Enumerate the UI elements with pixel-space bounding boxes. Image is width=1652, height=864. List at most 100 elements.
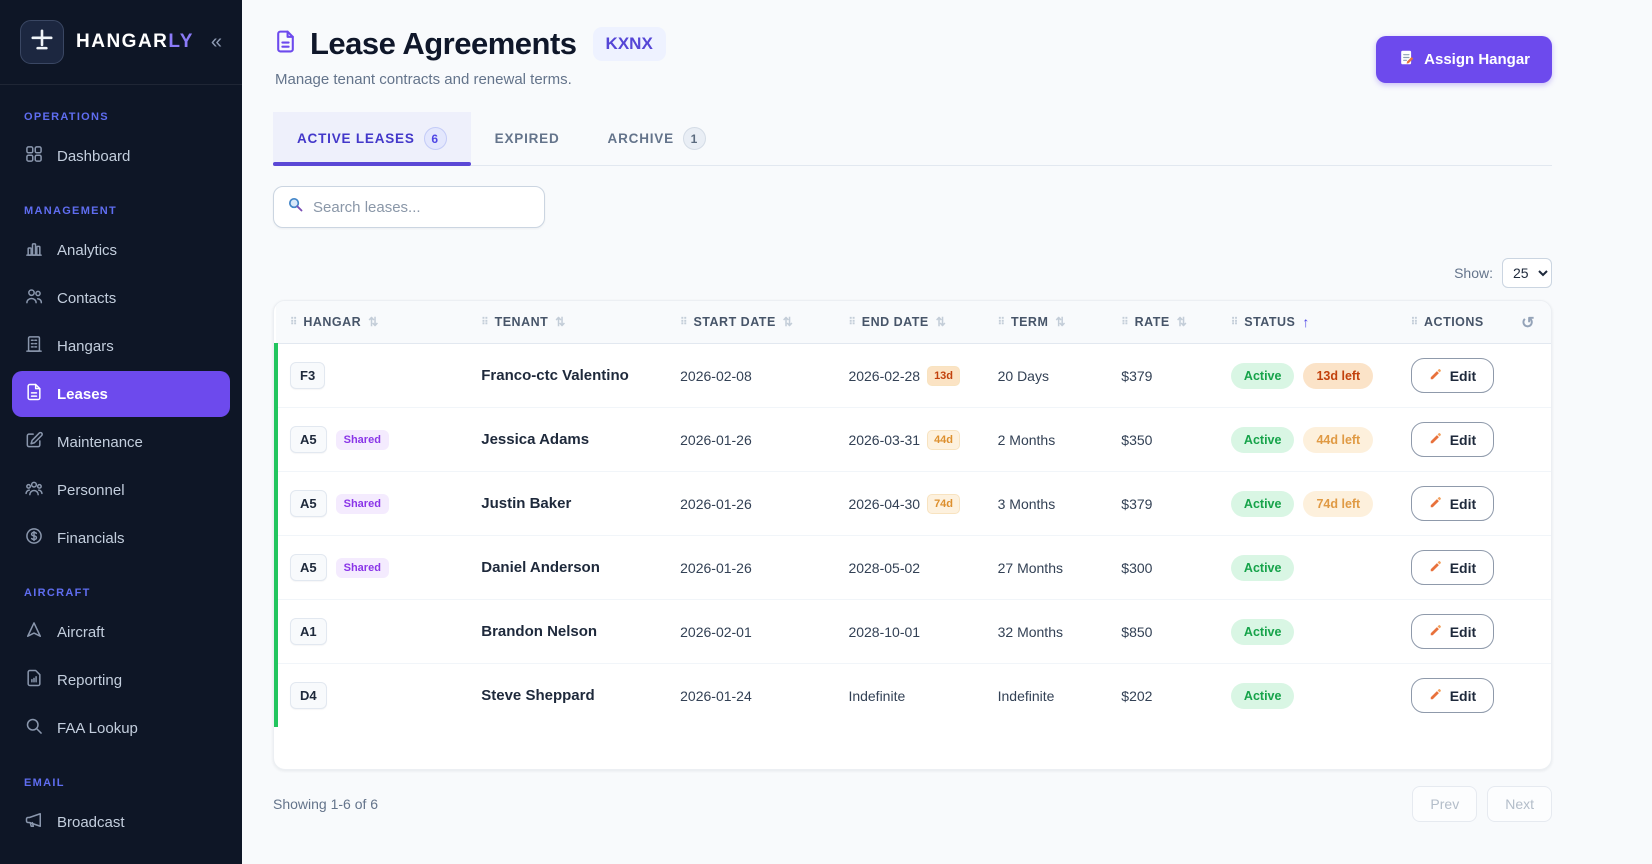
sidebar-item-label: Dashboard	[57, 148, 130, 165]
tab-active-leases[interactable]: ACTIVE LEASES 6	[273, 112, 471, 165]
table-row[interactable]: D4 Steve Sheppard 2026-01-24 Indefinite …	[276, 664, 1551, 728]
column-header-rate[interactable]: ⠿RATE⇅	[1107, 301, 1217, 344]
tenant-name: Jessica Adams	[481, 431, 589, 448]
sidebar-item-label: FAA Lookup	[57, 720, 138, 737]
lease-table: ⠿HANGAR⇅ ⠿TENANT⇅ ⠿START DATE⇅ ⠿END DATE…	[274, 301, 1551, 727]
brand-logo	[20, 20, 64, 64]
sort-icon[interactable]: ⇅	[368, 315, 379, 329]
prev-page-button[interactable]: Prev	[1412, 786, 1477, 822]
drag-handle-icon[interactable]: ⠿	[680, 317, 686, 328]
drag-handle-icon[interactable]: ⠿	[1411, 317, 1417, 328]
column-header-status[interactable]: ⠿STATUS↑	[1217, 301, 1397, 344]
sort-icon[interactable]: ⇅	[936, 315, 947, 329]
column-header-actions: ⠿ACTIONS↺	[1397, 301, 1551, 344]
lease-table-card: ⠿HANGAR⇅ ⠿TENANT⇅ ⠿START DATE⇅ ⠿END DATE…	[273, 300, 1552, 770]
end-date: 2028-10-01	[848, 624, 920, 640]
page-size-select[interactable]: 25	[1502, 258, 1552, 288]
sidebar-item-label: Broadcast	[57, 814, 125, 831]
app-window: HANGARLY « OPERATIONS Dashboard MANAGEME…	[0, 0, 1652, 864]
drag-handle-icon[interactable]: ⠿	[1231, 317, 1237, 328]
refresh-icon[interactable]: ↺	[1521, 313, 1535, 333]
column-header-tenant[interactable]: ⠿TENANT⇅	[467, 301, 666, 344]
start-date: 2026-02-01	[666, 600, 834, 664]
drag-handle-icon[interactable]: ⠿	[481, 317, 487, 328]
sort-icon[interactable]: ⇅	[1177, 315, 1188, 329]
sidebar-item-reporting[interactable]: Reporting	[12, 657, 230, 703]
table-header-row: ⠿HANGAR⇅ ⠿TENANT⇅ ⠿START DATE⇅ ⠿END DATE…	[276, 301, 1551, 344]
days-remaining-badge: 13d	[927, 366, 960, 386]
table-footer: Showing 1-6 of 6 Prev Next	[273, 786, 1552, 862]
section-label-management: MANAGEMENT	[24, 205, 230, 217]
rate: $300	[1107, 536, 1217, 600]
status-badge: Active	[1231, 619, 1295, 645]
tenant-name: Franco-ctc Valentino	[481, 367, 629, 384]
start-date: 2026-01-26	[666, 408, 834, 472]
table-row[interactable]: A5Shared Jessica Adams 2026-01-26 2026-0…	[276, 408, 1551, 472]
plane-icon	[24, 620, 44, 644]
sidebar-item-personnel[interactable]: Personnel	[12, 467, 230, 513]
start-date: 2026-01-26	[666, 536, 834, 600]
tab-expired[interactable]: EXPIRED	[471, 112, 584, 165]
pencil-icon	[1429, 495, 1443, 512]
shared-badge: Shared	[336, 430, 389, 450]
sort-icon[interactable]: ⇅	[783, 315, 794, 329]
section-label-operations: OPERATIONS	[24, 111, 230, 123]
drag-handle-icon[interactable]: ⠿	[848, 317, 854, 328]
tab-archive[interactable]: ARCHIVE 1	[584, 112, 730, 165]
search-input[interactable]	[313, 199, 531, 216]
sidebar-item-dashboard[interactable]: Dashboard	[12, 133, 230, 179]
tenant-name: Brandon Nelson	[481, 623, 597, 640]
search-icon	[287, 196, 304, 218]
brand-name: HANGARLY	[76, 31, 199, 53]
sort-ascending-icon[interactable]: ↑	[1302, 314, 1310, 330]
sort-icon[interactable]: ⇅	[555, 315, 566, 329]
page-subtitle: Manage tenant contracts and renewal term…	[275, 71, 666, 88]
users-icon	[24, 286, 44, 310]
column-header-end-date[interactable]: ⠿END DATE⇅	[834, 301, 983, 344]
status-badge: Active	[1231, 363, 1295, 389]
drag-handle-icon[interactable]: ⠿	[998, 317, 1004, 328]
column-header-hangar[interactable]: ⠿HANGAR⇅	[276, 301, 467, 344]
term: Indefinite	[984, 664, 1108, 728]
rate: $379	[1107, 472, 1217, 536]
drag-handle-icon[interactable]: ⠿	[290, 317, 296, 328]
page-title: Lease Agreements	[310, 26, 577, 62]
sidebar-item-leases[interactable]: Leases	[12, 371, 230, 417]
sidebar-item-label: Leases	[57, 386, 108, 403]
table-row[interactable]: A5Shared Justin Baker 2026-01-26 2026-04…	[276, 472, 1551, 536]
sort-icon[interactable]: ⇅	[1055, 315, 1066, 329]
sidebar-item-contacts[interactable]: Contacts	[12, 275, 230, 321]
sidebar-item-financials[interactable]: Financials	[12, 515, 230, 561]
sidebar-item-label: Contacts	[57, 290, 116, 307]
table-row[interactable]: A5Shared Daniel Anderson 2026-01-26 2028…	[276, 536, 1551, 600]
status-badge: Active	[1231, 555, 1295, 581]
sidebar-item-faa-lookup[interactable]: FAA Lookup	[12, 705, 230, 751]
edit-button[interactable]: Edit	[1411, 614, 1494, 649]
table-row[interactable]: F3 Franco-ctc Valentino 2026-02-08 2026-…	[276, 344, 1551, 408]
column-header-term[interactable]: ⠿TERM⇅	[984, 301, 1108, 344]
edit-button[interactable]: Edit	[1411, 422, 1494, 457]
hangar-badge: F3	[290, 362, 325, 389]
memo-icon	[1398, 49, 1415, 70]
sidebar-item-hangars[interactable]: Hangars	[12, 323, 230, 369]
assign-hangar-button[interactable]: Assign Hangar	[1376, 36, 1552, 83]
sidebar-item-aircraft[interactable]: Aircraft	[12, 609, 230, 655]
next-page-button[interactable]: Next	[1487, 786, 1552, 822]
drag-handle-icon[interactable]: ⠿	[1121, 317, 1127, 328]
edit-button[interactable]: Edit	[1411, 550, 1494, 585]
edit-button[interactable]: Edit	[1411, 358, 1494, 393]
edit-button[interactable]: Edit	[1411, 678, 1494, 713]
days-remaining-badge: 74d	[927, 494, 960, 514]
pencil-icon	[1429, 367, 1443, 384]
sidebar-item-analytics[interactable]: Analytics	[12, 227, 230, 273]
sidebar-collapse-button[interactable]: «	[211, 31, 226, 54]
table-row[interactable]: A1 Brandon Nelson 2026-02-01 2028-10-01 …	[276, 600, 1551, 664]
edit-button[interactable]: Edit	[1411, 486, 1494, 521]
days-remaining-badge: 44d	[927, 430, 960, 450]
sidebar-item-maintenance[interactable]: Maintenance	[12, 419, 230, 465]
sidebar-item-broadcast[interactable]: Broadcast	[12, 799, 230, 845]
sidebar-item-label: Reporting	[57, 672, 122, 689]
sidebar-nav: OPERATIONS Dashboard MANAGEMENT Analytic…	[0, 111, 242, 845]
column-header-start-date[interactable]: ⠿START DATE⇅	[666, 301, 834, 344]
main-content: Lease Agreements KXNX Manage tenant cont…	[242, 0, 1652, 864]
